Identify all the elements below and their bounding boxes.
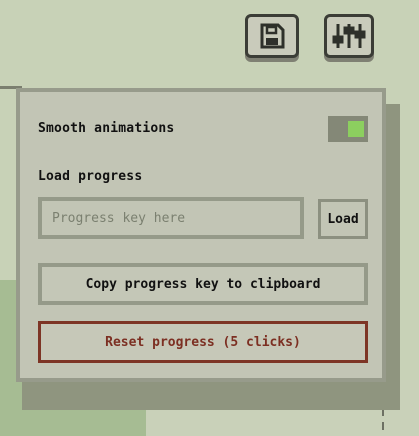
save-button[interactable]	[245, 14, 299, 58]
copy-key-button[interactable]: Copy progress key to clipboard	[38, 263, 368, 305]
reset-progress-button[interactable]: Reset progress (5 clicks)	[38, 321, 368, 363]
load-button[interactable]: Load	[318, 199, 368, 239]
toggle-knob	[348, 121, 364, 137]
settings-panel: Smooth animations Load progress Load Cop…	[16, 88, 386, 382]
floppy-disk-icon	[260, 23, 285, 49]
smooth-animations-label: Smooth animations	[38, 121, 175, 136]
settings-button[interactable]	[324, 14, 374, 58]
progress-key-input[interactable]	[38, 197, 304, 239]
smooth-animations-toggle[interactable]	[328, 116, 368, 142]
load-progress-label: Load progress	[38, 169, 143, 184]
sliders-icon	[332, 24, 366, 48]
